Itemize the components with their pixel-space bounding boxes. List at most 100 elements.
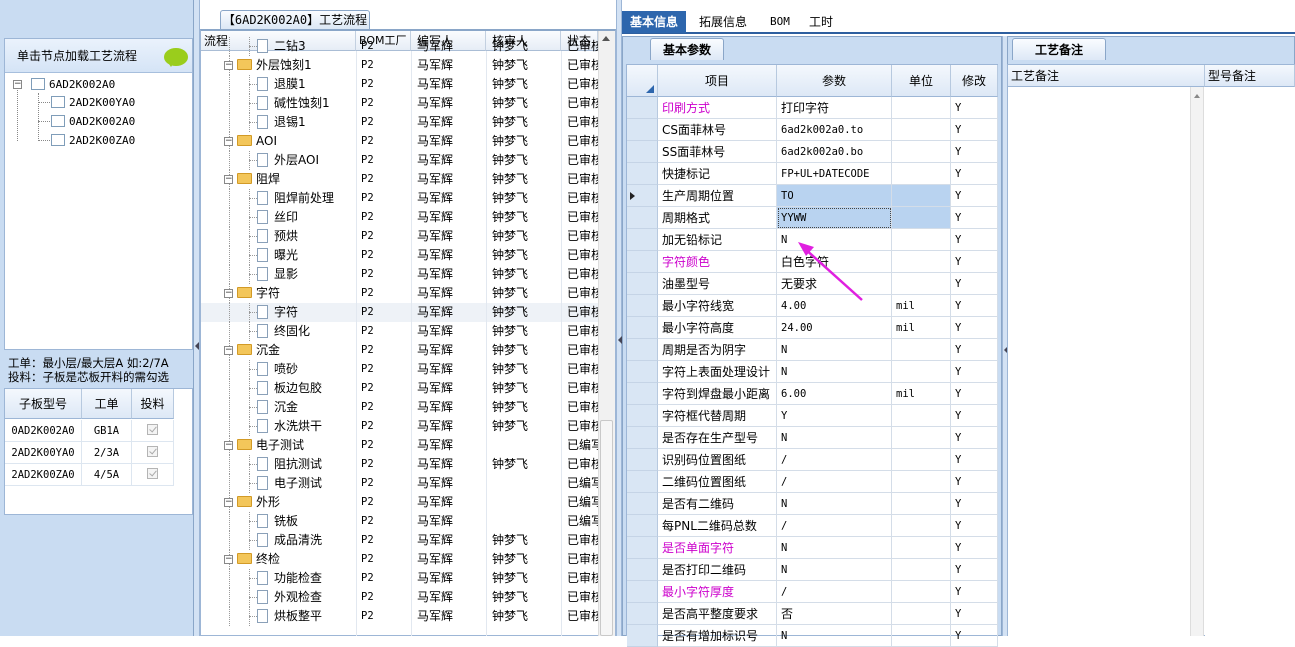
flow-row[interactable]: 烘板整平 P2 马军辉 钟梦飞 已审核 (201, 607, 598, 626)
param-value-cell[interactable]: N (777, 559, 892, 581)
param-row[interactable]: 识别码位置图纸 / Y (627, 449, 998, 471)
param-value-cell[interactable]: N (777, 625, 892, 647)
tree-collapse-toggle[interactable]: − (224, 555, 233, 564)
param-value-cell[interactable]: FP+UL+DATECODE (777, 163, 892, 185)
param-value-cell[interactable]: / (777, 515, 892, 537)
param-row[interactable]: 生产周期位置 TO Y (627, 185, 998, 207)
param-value-cell[interactable]: 6ad2k002a0.to (777, 119, 892, 141)
param-modify-cell[interactable]: Y (951, 383, 998, 405)
param-modify-cell[interactable]: Y (951, 471, 998, 493)
row-header[interactable] (627, 625, 658, 647)
flow-row[interactable]: 沉金 P2 马军辉 钟梦飞 已审核 (201, 398, 598, 417)
param-row[interactable]: 是否有增加标识号 N Y (627, 625, 998, 647)
flow-row[interactable]: 显影 P2 马军辉 钟梦飞 已审核 (201, 265, 598, 284)
col-header-process-remark[interactable]: 工艺备注 (1008, 65, 1205, 87)
collapse-left-icon[interactable] (191, 342, 199, 350)
param-row[interactable]: 最小字符厚度 / Y (627, 581, 998, 603)
flow-row[interactable]: 碱性蚀刻1 P2 马军辉 钟梦飞 已审核 (201, 94, 598, 113)
param-row[interactable]: 是否有二维码 N Y (627, 493, 998, 515)
param-value-cell[interactable]: TO (777, 185, 892, 207)
tab-basic-params[interactable]: 基本参数 (650, 38, 724, 60)
param-value-cell[interactable]: YYWW (777, 207, 892, 229)
param-modify-cell[interactable]: Y (951, 141, 998, 163)
row-header-corner[interactable] (627, 65, 658, 97)
param-modify-cell[interactable]: Y (951, 97, 998, 119)
tree-node-root[interactable]: 6AD2K002A0 (31, 76, 115, 94)
param-modify-cell[interactable]: Y (951, 405, 998, 427)
param-modify-cell[interactable]: Y (951, 515, 998, 537)
feed-checkbox[interactable] (132, 464, 174, 486)
tree-collapse-toggle[interactable]: − (224, 441, 233, 450)
param-value-cell[interactable]: 24.00 (777, 317, 892, 339)
row-header[interactable] (627, 251, 658, 273)
row-header[interactable] (627, 97, 658, 119)
row-header[interactable] (627, 229, 658, 251)
remark-scrollbar[interactable] (1190, 87, 1204, 636)
tree-collapse-toggle[interactable]: − (224, 61, 233, 70)
flow-row[interactable]: − 电子测试 P2 马军辉 已编写 (201, 436, 598, 455)
param-row[interactable]: 是否存在生产型号 N Y (627, 427, 998, 449)
flow-row[interactable]: 功能检查 P2 马军辉 钟梦飞 已审核 (201, 569, 598, 588)
row-header[interactable] (627, 273, 658, 295)
param-modify-cell[interactable]: Y (951, 361, 998, 383)
row-header[interactable] (627, 515, 658, 537)
param-modify-cell[interactable]: Y (951, 317, 998, 339)
flow-row[interactable]: 成品清洗 P2 马军辉 钟梦飞 已审核 (201, 531, 598, 550)
flow-row[interactable]: 板边包胶 P2 马军辉 钟梦飞 已审核 (201, 379, 598, 398)
flow-row[interactable]: − 终检 P2 马军辉 钟梦飞 已审核 (201, 550, 598, 569)
collapse-middle-icon[interactable] (614, 336, 622, 344)
tab-extended-info[interactable]: 拓展信息 (691, 11, 755, 33)
tree-collapse-toggle[interactable]: − (224, 346, 233, 355)
param-value-cell[interactable]: N (777, 537, 892, 559)
scroll-up-icon[interactable] (602, 36, 610, 41)
param-row[interactable]: 快捷标记 FP+UL+DATECODE Y (627, 163, 998, 185)
param-modify-cell[interactable]: Y (951, 251, 998, 273)
row-header[interactable] (627, 317, 658, 339)
param-row[interactable]: 是否单面字符 N Y (627, 537, 998, 559)
param-row[interactable]: SS面菲林号 6ad2k002a0.bo Y (627, 141, 998, 163)
param-value-cell[interactable]: 6ad2k002a0.bo (777, 141, 892, 163)
row-header[interactable] (627, 405, 658, 427)
param-value-cell[interactable]: N (777, 361, 892, 383)
flow-row[interactable]: 终固化 P2 马军辉 钟梦飞 已审核 (201, 322, 598, 341)
flow-row[interactable]: − 沉金 P2 马军辉 钟梦飞 已审核 (201, 341, 598, 360)
tree-collapse-toggle[interactable]: − (224, 175, 233, 184)
row-header[interactable] (627, 493, 658, 515)
flow-row[interactable]: 退膜1 P2 马军辉 钟梦飞 已审核 (201, 75, 598, 94)
param-modify-cell[interactable]: Y (951, 493, 998, 515)
param-value-cell[interactable]: 6.00 (777, 383, 892, 405)
sub-order-cell[interactable]: 4/5A (82, 464, 132, 486)
param-value-cell[interactable]: Y (777, 405, 892, 427)
flow-row[interactable]: 外层AOI P2 马军辉 钟梦飞 已审核 (201, 151, 598, 170)
row-header[interactable] (627, 119, 658, 141)
row-header[interactable] (627, 559, 658, 581)
param-modify-cell[interactable]: Y (951, 273, 998, 295)
flow-row[interactable]: 水洗烘干 P2 马军辉 钟梦飞 已审核 (201, 417, 598, 436)
col-header-feed[interactable]: 投料 (132, 389, 174, 419)
tree-node-child[interactable]: 0AD2K002A0 (51, 113, 135, 131)
flow-row[interactable]: 铣板 P2 马军辉 已编写 (201, 512, 598, 531)
scroll-up-icon[interactable] (1194, 94, 1200, 98)
tab-bom[interactable]: BOM (762, 11, 798, 33)
flow-row[interactable]: − AOI P2 马军辉 钟梦飞 已审核 (201, 132, 598, 151)
flow-row[interactable]: 喷砂 P2 马军辉 钟梦飞 已审核 (201, 360, 598, 379)
flow-row[interactable]: − 外形 P2 马军辉 已编写 (201, 493, 598, 512)
row-header[interactable] (627, 383, 658, 405)
param-value-cell[interactable]: 打印字符 (777, 97, 892, 119)
flow-row[interactable]: 曝光 P2 马军辉 钟梦飞 已审核 (201, 246, 598, 265)
row-header[interactable] (627, 207, 658, 229)
param-modify-cell[interactable]: Y (951, 427, 998, 449)
tree-collapse-toggle[interactable]: − (13, 80, 22, 89)
param-row[interactable]: 印刷方式 打印字符 Y (627, 97, 998, 119)
tree-collapse-toggle[interactable]: − (224, 498, 233, 507)
flow-row[interactable]: 二钻3 P2 马军辉 钟梦飞 已审核 (201, 37, 598, 56)
param-row[interactable]: 最小字符高度 24.00 mil Y (627, 317, 998, 339)
tree-collapse-toggle[interactable]: − (224, 137, 233, 146)
param-modify-cell[interactable]: Y (951, 625, 998, 647)
process-remark-textarea[interactable] (1008, 87, 1190, 636)
flow-row[interactable]: 预烘 P2 马军辉 钟梦飞 已审核 (201, 227, 598, 246)
row-header[interactable] (627, 141, 658, 163)
col-header-modify[interactable]: 修改 (951, 65, 998, 97)
model-remark-textarea[interactable] (1205, 87, 1295, 636)
param-value-cell[interactable]: / (777, 449, 892, 471)
